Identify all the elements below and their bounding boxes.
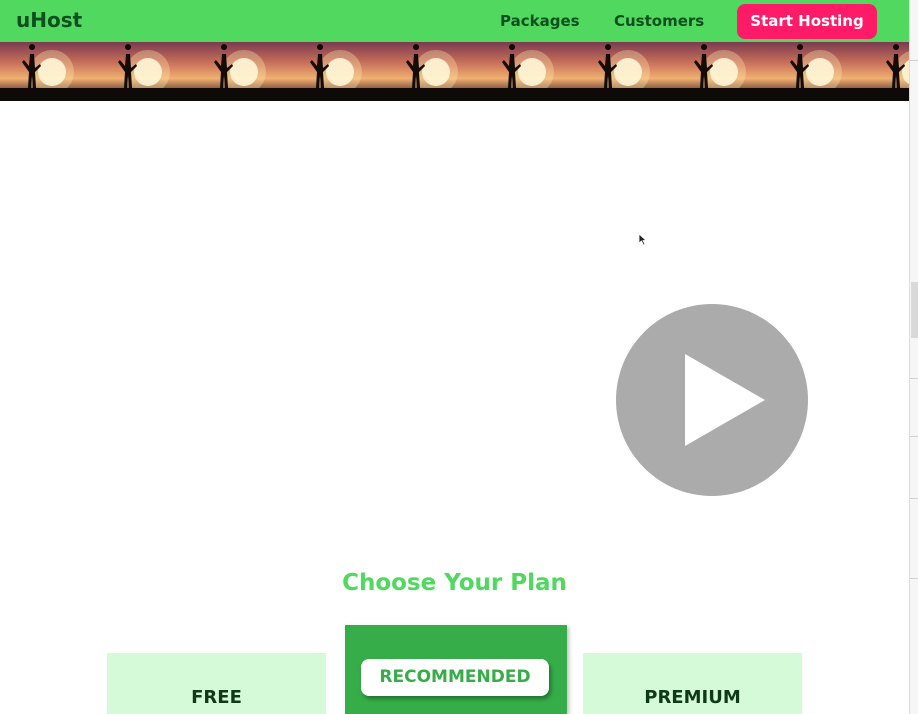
ground-band: [0, 88, 909, 101]
sun-glow: [614, 58, 642, 86]
scrollbar-mark: [910, 578, 918, 579]
plan-card-recommended[interactable]: RECOMMENDED: [345, 625, 567, 714]
scrollbar-mark: [910, 436, 918, 437]
sun-glow: [38, 58, 66, 86]
hero-tile: [22, 44, 74, 94]
sun-glow: [230, 58, 258, 86]
brand-logo[interactable]: uHost: [16, 8, 82, 32]
sun-glow: [422, 58, 450, 86]
plan-card-premium[interactable]: PREMIUM: [583, 653, 802, 714]
hero-tile: [214, 44, 266, 94]
sun-glow: [710, 58, 738, 86]
hero-tile: [694, 44, 746, 94]
play-button[interactable]: [616, 304, 808, 496]
scrollbar-mark: [910, 498, 918, 499]
scrollbar-thumb[interactable]: [911, 282, 918, 338]
hero-tile: [118, 44, 170, 94]
scrollbar-mark: [910, 60, 918, 61]
hero-tile: [310, 44, 362, 94]
recommended-badge: RECOMMENDED: [361, 659, 549, 696]
page: uHost Packages Customers Start Hosting C…: [0, 0, 909, 714]
sun-glow: [806, 58, 834, 86]
top-nav-bar: uHost Packages Customers Start Hosting: [0, 0, 909, 42]
sun-glow: [134, 58, 162, 86]
scrollbar-mark: [910, 378, 918, 379]
plan-card-free[interactable]: FREE: [107, 653, 326, 714]
nav-link-customers[interactable]: Customers: [614, 12, 704, 30]
mouse-cursor-icon: [638, 233, 648, 246]
hero-tile: [502, 44, 554, 94]
hero-tile: [886, 44, 909, 93]
sun-glow: [518, 58, 546, 86]
hero-tile: [598, 44, 650, 94]
hero-image: [0, 44, 909, 101]
start-hosting-button[interactable]: Start Hosting: [737, 4, 877, 39]
hero-tile: [406, 44, 458, 94]
plans-heading: Choose Your Plan: [342, 570, 567, 596]
play-icon: [685, 354, 765, 446]
plan-title-premium: PREMIUM: [644, 687, 741, 708]
nav-link-packages[interactable]: Packages: [500, 12, 580, 30]
sun-glow: [326, 58, 354, 86]
hero-tile: [790, 44, 842, 94]
hero-banner: [0, 42, 909, 101]
vertical-scrollbar[interactable]: [909, 0, 918, 714]
plan-title-free: FREE: [191, 687, 242, 708]
